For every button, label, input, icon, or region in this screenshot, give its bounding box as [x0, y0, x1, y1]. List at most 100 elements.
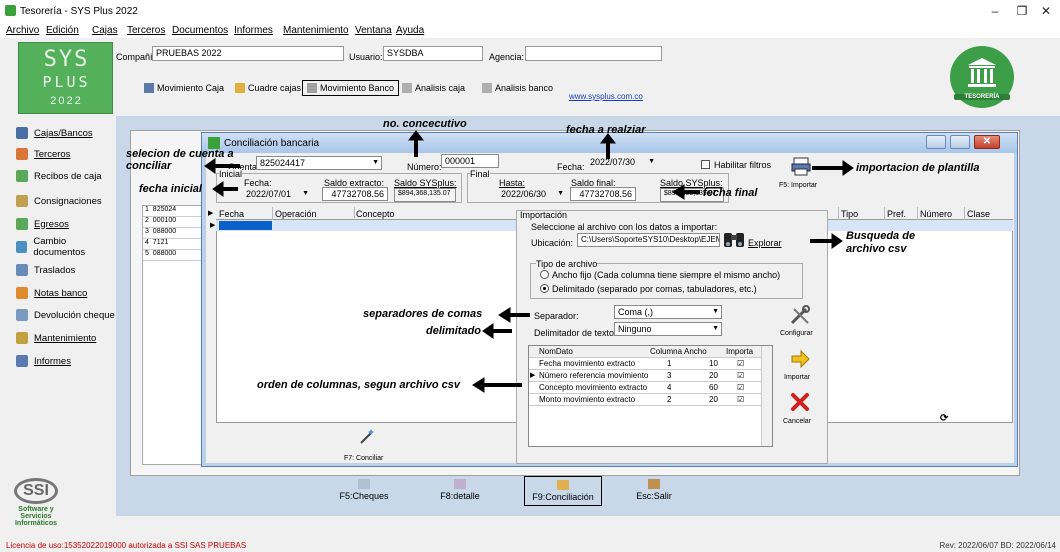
delimitador-select[interactable]: Ninguno ▼ — [614, 322, 722, 336]
delimitado-radio[interactable] — [540, 284, 549, 293]
detalle-button[interactable]: F8:detalle — [430, 476, 490, 506]
row-importa-checkbox[interactable]: ☑ — [737, 383, 744, 392]
dialog-maximize-button[interactable] — [950, 135, 970, 149]
dialog-close-button[interactable]: ✕ — [974, 135, 1000, 149]
tool-cuadre-cajas[interactable]: Cuadre cajas — [231, 80, 305, 96]
menu-documentos[interactable]: Documentos — [172, 25, 228, 36]
grid-selected-cell[interactable] — [219, 221, 272, 230]
tool-analisis-caja[interactable]: Analisis caja — [398, 80, 469, 96]
col-clase[interactable]: Clase — [967, 209, 990, 219]
importar-plantilla-button[interactable]: F5: Importar — [779, 156, 823, 192]
sidebar-item-cambio-documentos[interactable]: Cambio documentos — [16, 236, 116, 258]
menu-ayuda[interactable]: Ayuda — [396, 25, 424, 36]
logo-sys: SYS — [43, 47, 90, 72]
close-button[interactable]: ✕ — [1034, 4, 1058, 18]
table-row[interactable]: ▶ Número referencia movimiento 3 20 ☑ — [529, 370, 761, 382]
table-row[interactable]: 5 088000 — [143, 250, 203, 261]
ubicacion-input[interactable]: C:\Users\SoporteSYS10\Desktop\EJEMI — [577, 233, 720, 247]
sidebar-item-notas-banco[interactable]: Notas banco — [16, 284, 87, 302]
tool-movimiento-caja[interactable]: Movimiento Caja — [140, 80, 228, 96]
license-text: Licencia de uso:15352022019000 autorizad… — [6, 541, 247, 550]
col-tipo[interactable]: Tipo — [841, 209, 858, 219]
menu-mantenimiento[interactable]: Mantenimiento — [283, 25, 349, 36]
cheque-icon — [16, 309, 28, 321]
table-row[interactable]: 3 088000 — [143, 228, 203, 239]
sidebar-item-recibos[interactable]: Recibos de caja — [16, 167, 102, 185]
menu-terceros[interactable]: Terceros — [127, 25, 165, 36]
table-row[interactable]: Concepto movimiento extracto 4 60 ☑ — [529, 382, 761, 394]
agencia-field[interactable] — [525, 46, 662, 61]
sidebar-item-traslados[interactable]: Traslados — [16, 261, 75, 279]
sidebar-item-mantenimiento[interactable]: Mantenimiento — [16, 329, 96, 347]
row-importa-checkbox[interactable]: ☑ — [737, 359, 744, 368]
cheques-button[interactable]: F5:Cheques — [334, 476, 394, 506]
ancho-fijo-radio[interactable] — [540, 270, 549, 279]
cuenta-select[interactable]: 825024417 ▼ — [256, 156, 382, 170]
annotation-delimitado: delimitado — [426, 325, 482, 337]
cancelar-button[interactable]: Cancelar — [778, 392, 824, 428]
button-label: Esc:Salir — [636, 491, 672, 501]
numero-field[interactable]: 000001 — [441, 154, 499, 168]
sidebar-item-cajas-bancos[interactable]: Cajas/Bancos — [16, 124, 93, 142]
salir-button[interactable]: Esc:Salir — [629, 476, 679, 506]
col-operacion[interactable]: Operación — [275, 209, 317, 219]
saldo-final-field[interactable]: 47732708.56 — [570, 187, 636, 201]
arrow-right-icon — [791, 350, 810, 368]
col-fecha[interactable]: Fecha — [219, 209, 244, 219]
col-columna[interactable]: Columna — [650, 347, 682, 356]
table-row[interactable]: Monto movimiento extracto 2 20 ☑ — [529, 394, 761, 406]
menu-archivo[interactable]: Archivo — [6, 25, 39, 36]
chevron-down-icon: ▼ — [302, 190, 309, 197]
menu-bar: Archivo Edición Cajas Terceros Documento… — [0, 22, 1060, 38]
sidebar-item-informes[interactable]: Informes — [16, 352, 71, 370]
row-importa-checkbox[interactable]: ☑ — [737, 395, 744, 404]
table-row[interactable]: 2 000100 — [143, 217, 203, 228]
col-numero[interactable]: Número — [920, 209, 952, 219]
tool-movimiento-banco[interactable]: Movimiento Banco — [302, 80, 400, 96]
menu-informes[interactable]: Informes — [234, 25, 273, 36]
fecha-select[interactable]: 2022/07/30 ▼ — [587, 156, 657, 170]
binoculars-icon[interactable] — [722, 229, 746, 249]
habilitar-filtros-checkbox[interactable] — [701, 160, 710, 169]
col-pref[interactable]: Pref. — [887, 209, 906, 219]
restore-button[interactable]: ❐ — [1010, 4, 1034, 18]
menu-ventana[interactable]: Ventana — [355, 25, 392, 36]
inicial-fecha-select[interactable]: 2022/07/01 ▼ — [243, 188, 311, 202]
dialog-minimize-button[interactable] — [926, 135, 946, 149]
row-num: 1 — [145, 206, 149, 213]
usuario-field[interactable]: SYSDBA — [383, 46, 483, 61]
menu-cajas[interactable]: Cajas — [92, 25, 118, 36]
table-row[interactable]: Fecha movimiento extracto 1 10 ☑ — [529, 358, 761, 370]
sidebar-item-egresos[interactable]: Egresos — [16, 215, 69, 233]
col-importa[interactable]: Importa — [726, 347, 753, 356]
minimize-button[interactable]: – — [983, 4, 1007, 18]
menu-edicion[interactable]: Edición — [46, 25, 79, 36]
sidebar-item-consignaciones[interactable]: Consignaciones — [16, 192, 102, 210]
website-link[interactable]: www.sysplus.com.co — [569, 92, 643, 101]
hasta-select[interactable]: 2022/06/30 ▼ — [498, 188, 566, 202]
row-nomdato: Número referencia movimiento — [539, 371, 649, 380]
compania-field[interactable]: PRUEBAS 2022 — [152, 46, 344, 61]
saldo-extracto-field[interactable]: 47732708.56 — [322, 187, 388, 201]
conciliar-button[interactable]: F7: Conciliar — [344, 428, 404, 464]
separador-select[interactable]: Coma (,) ▼ — [614, 305, 722, 319]
tool-analisis-banco[interactable]: Analisis banco — [478, 80, 557, 96]
col-ancho[interactable]: Ancho — [684, 347, 707, 356]
sidebar-item-terceros[interactable]: Terceros — [16, 145, 70, 163]
refresh-icon[interactable]: ⟳ — [940, 413, 948, 424]
explorar-button[interactable]: Explorar — [748, 238, 782, 248]
button-label: F5:Cheques — [339, 491, 389, 501]
import-grid-scrollbar[interactable] — [761, 346, 772, 446]
col-nomdato[interactable]: NomDato — [539, 347, 573, 356]
table-row[interactable]: 4 7121 — [143, 239, 203, 250]
conciliacion-button[interactable]: F9:Conciliación — [524, 476, 602, 506]
configurar-button[interactable]: Configurar — [777, 304, 823, 342]
importar-button[interactable]: Importar — [778, 350, 824, 386]
sidebar-item-devolucion-cheque[interactable]: Devolución cheque — [16, 306, 115, 324]
row-importa-checkbox[interactable]: ☑ — [737, 371, 744, 380]
tool-label: Movimiento Caja — [157, 83, 225, 93]
col-concepto[interactable]: Concepto — [356, 209, 395, 219]
import-title: Importación — [520, 210, 568, 220]
chevron-down-icon: ▼ — [648, 158, 655, 165]
table-row[interactable]: 1 825024 — [143, 206, 203, 217]
